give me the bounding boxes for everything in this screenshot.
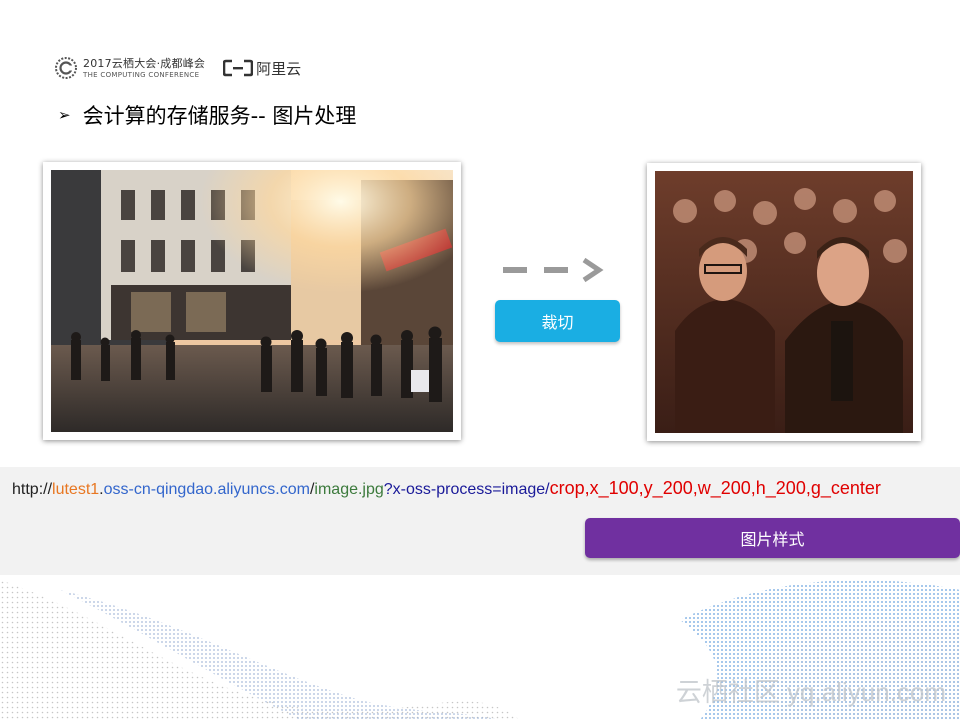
dashed-right-arrow-icon: [503, 257, 604, 283]
slide-title: 会计算的存储服务-- 图片处理: [82, 104, 357, 128]
watermark: 云栖社区 yq.aliyun.com: [675, 677, 946, 707]
street-scene-photo: [51, 170, 453, 432]
cropped-image: [647, 163, 921, 441]
original-image: [43, 162, 461, 440]
conference-subtitle: THE COMPUTING CONFERENCE: [83, 70, 200, 79]
brand-name: 阿里云: [256, 59, 302, 78]
bullet-icon: ➢: [58, 106, 71, 124]
aliyun-logo: 阿里云: [223, 58, 301, 79]
header-logos: 2017云栖大会·成都峰会 THE COMPUTING CONFERENCE 阿…: [54, 53, 301, 83]
url-params: crop,x_100,y_200,w_200,h_200,g_center: [549, 478, 881, 498]
slide: 2017云栖大会·成都峰会 THE COMPUTING CONFERENCE 阿…: [0, 0, 960, 720]
image-style-button[interactable]: 图片样式: [585, 518, 960, 558]
aliyun-logo-icon: [223, 59, 254, 77]
cropped-crowd-photo: [655, 171, 913, 433]
url-object: image.jpg: [314, 481, 384, 498]
conference-logo: 2017云栖大会·成都峰会 THE COMPUTING CONFERENCE: [54, 56, 205, 80]
url-query: ?x-oss-process=image/: [383, 481, 550, 498]
process-url: http://lutest1.oss-cn-qingdao.aliyuncs.c…: [12, 478, 881, 499]
url-bucket: lutest1: [52, 481, 100, 498]
conference-logo-icon: [55, 57, 77, 79]
url-protocol: http://: [12, 481, 53, 498]
crop-button[interactable]: 裁切: [495, 300, 620, 342]
conference-title: 2017云栖大会·成都峰会: [83, 56, 206, 70]
slide-title-row: ➢ 会计算的存储服务-- 图片处理: [58, 100, 356, 130]
url-endpoint: oss-cn-qingdao.aliyuncs.com: [103, 481, 310, 498]
